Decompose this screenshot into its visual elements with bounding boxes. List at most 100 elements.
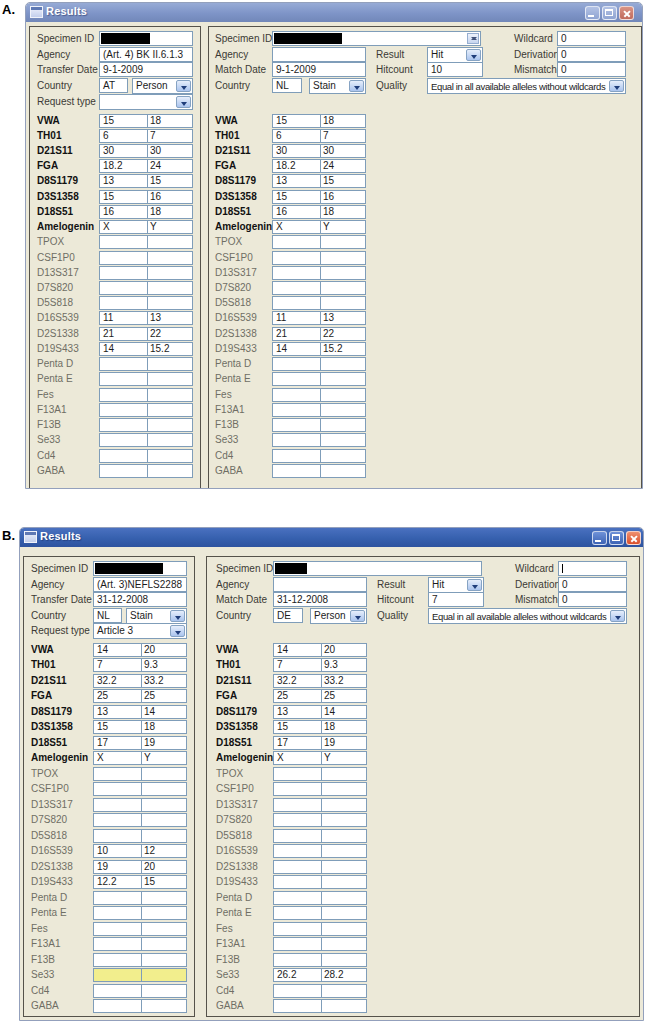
locus-pair-left[interactable]	[93, 984, 187, 998]
locus-pair-right[interactable]	[272, 449, 366, 463]
locus-pair-left[interactable]: XY	[93, 751, 187, 765]
chevron-down-icon[interactable]	[467, 579, 482, 591]
locus-pair-left[interactable]: 2122	[99, 327, 193, 341]
locus-pair-left[interactable]	[99, 433, 193, 447]
match-date-field[interactable]: 31-12-2008	[273, 592, 367, 607]
locus-pair-left[interactable]	[93, 798, 187, 812]
locus-pair-left[interactable]	[99, 235, 193, 249]
title-bar[interactable]: Results	[26, 3, 642, 22]
maximize-button[interactable]	[602, 6, 617, 20]
country-code-field[interactable]: DE	[273, 608, 303, 623]
locus-pair-right[interactable]	[273, 891, 367, 905]
locus-pair-left[interactable]	[99, 372, 193, 386]
locus-pair-right[interactable]	[273, 782, 367, 796]
request-type-combo[interactable]	[99, 94, 193, 110]
locus-pair-left[interactable]	[99, 296, 193, 310]
locus-pair-left[interactable]	[99, 403, 193, 417]
title-bar[interactable]: Results	[20, 528, 643, 547]
chevron-down-icon[interactable]	[170, 625, 185, 637]
wildcard-field[interactable]: 0	[557, 31, 626, 46]
derivation-field[interactable]: 0	[557, 47, 626, 62]
specimen-id-field[interactable]	[273, 561, 482, 576]
result-combo[interactable]: Hit	[427, 47, 483, 63]
agency-field[interactable]: (Art. 3)NEFLS2288	[93, 577, 187, 592]
locus-pair-right[interactable]: 1518	[272, 114, 366, 128]
locus-pair-right[interactable]: 18.224	[272, 159, 366, 173]
locus-pair-right[interactable]: 1518	[273, 720, 367, 734]
locus-pair-left[interactable]: 3030	[99, 144, 193, 158]
locus-pair-left[interactable]: 1618	[99, 205, 193, 219]
locus-pair-right[interactable]	[272, 251, 366, 265]
country-type-combo[interactable]: Person	[132, 78, 193, 94]
locus-pair-right[interactable]	[273, 922, 367, 936]
chevron-down-icon[interactable]	[610, 610, 625, 622]
agency-field[interactable]	[272, 47, 366, 62]
locus-pair-left[interactable]	[93, 782, 187, 796]
country-type-combo[interactable]: Person	[310, 608, 367, 624]
locus-pair-left[interactable]	[93, 891, 187, 905]
locus-pair-right[interactable]: 32.233.2	[273, 674, 367, 688]
locus-pair-right[interactable]: 1420	[273, 643, 367, 657]
locus-pair-right[interactable]	[273, 767, 367, 781]
locus-pair-left[interactable]	[93, 767, 187, 781]
locus-pair-left[interactable]: 1113	[99, 311, 193, 325]
locus-pair-left[interactable]: 1518	[99, 114, 193, 128]
locus-pair-left[interactable]: 32.233.2	[93, 674, 187, 688]
locus-pair-right[interactable]	[272, 464, 366, 478]
chevron-down-icon[interactable]	[176, 80, 191, 92]
hitcount-field[interactable]: 10	[427, 62, 483, 77]
locus-pair-right[interactable]	[272, 235, 366, 249]
locus-pair-right[interactable]: 67	[272, 129, 366, 143]
locus-pair-left[interactable]	[93, 922, 187, 936]
mismatch-field[interactable]: 0	[557, 62, 626, 77]
hitcount-field[interactable]: 7	[428, 592, 484, 607]
locus-pair-right[interactable]	[273, 875, 367, 889]
locus-pair-left[interactable]: 1012	[93, 844, 187, 858]
locus-pair-right[interactable]	[273, 798, 367, 812]
chevron-down-icon[interactable]	[170, 610, 185, 622]
locus-pair-right[interactable]	[272, 266, 366, 280]
locus-pair-left[interactable]	[99, 251, 193, 265]
locus-pair-left[interactable]: 1420	[93, 643, 187, 657]
locus-pair-left[interactable]	[99, 388, 193, 402]
locus-pair-left[interactable]: 1415.2	[99, 342, 193, 356]
minimize-button[interactable]	[585, 6, 600, 20]
quality-combo[interactable]: Equal in all available alleles without w…	[427, 78, 626, 94]
match-date-field[interactable]: 9-1-2009	[272, 62, 366, 77]
maximize-button[interactable]	[609, 531, 624, 545]
spinner-control[interactable]	[467, 33, 479, 44]
locus-pair-right[interactable]: 1719	[273, 736, 367, 750]
country-type-combo[interactable]: Stain	[309, 78, 366, 94]
locus-pair-left[interactable]	[99, 281, 193, 295]
locus-pair-left[interactable]	[99, 357, 193, 371]
specimen-id-field[interactable]	[99, 31, 193, 46]
locus-pair-left[interactable]: 12.215	[93, 875, 187, 889]
locus-pair-right[interactable]	[273, 844, 367, 858]
locus-pair-right[interactable]: 79.3	[273, 658, 367, 672]
minimize-button[interactable]	[592, 531, 607, 545]
locus-pair-left[interactable]: 1315	[99, 174, 193, 188]
chevron-down-icon[interactable]	[466, 49, 481, 61]
country-code-field[interactable]: AT	[99, 78, 128, 93]
locus-pair-left[interactable]	[93, 953, 187, 967]
locus-pair-left[interactable]	[99, 418, 193, 432]
locus-pair-left[interactable]	[93, 999, 187, 1013]
transfer-date-field[interactable]: 9-1-2009	[99, 62, 193, 77]
locus-pair-left[interactable]: 1518	[93, 720, 187, 734]
chevron-down-icon[interactable]	[609, 80, 624, 92]
locus-pair-left[interactable]: 2525	[93, 689, 187, 703]
locus-pair-right[interactable]: 1415.2	[272, 342, 366, 356]
specimen-id-field[interactable]	[272, 31, 481, 46]
locus-pair-left[interactable]	[99, 464, 193, 478]
locus-pair-right[interactable]	[273, 937, 367, 951]
chevron-down-icon[interactable]	[349, 80, 364, 92]
specimen-id-field[interactable]	[93, 561, 187, 576]
transfer-date-field[interactable]: 31-12-2008	[93, 592, 187, 607]
locus-pair-right[interactable]	[273, 860, 367, 874]
locus-pair-left[interactable]: 67	[99, 129, 193, 143]
result-combo[interactable]: Hit	[428, 577, 484, 593]
locus-pair-right[interactable]	[273, 953, 367, 967]
close-button[interactable]	[619, 6, 634, 20]
locus-pair-right[interactable]	[272, 388, 366, 402]
mismatch-field[interactable]: 0	[558, 592, 627, 607]
